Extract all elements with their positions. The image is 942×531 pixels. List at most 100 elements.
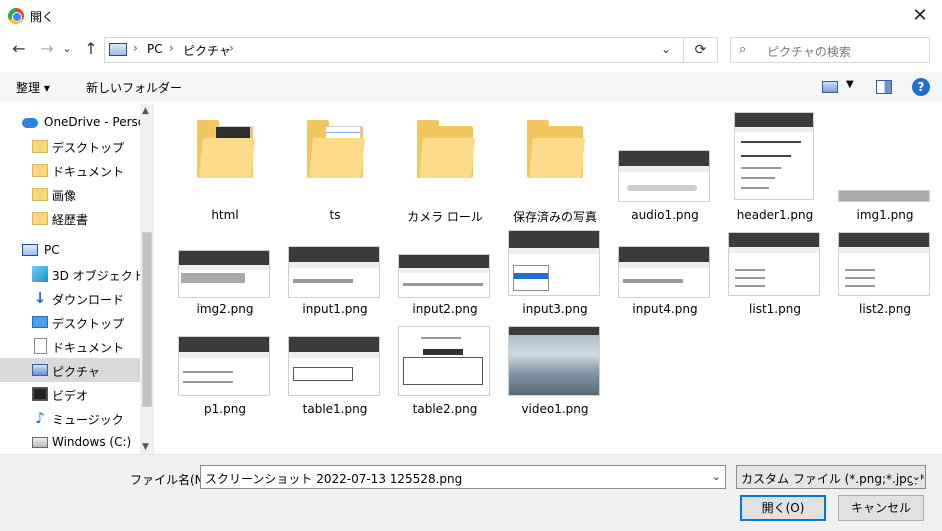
sidebar-item-label: ドキュメント (52, 341, 125, 355)
sidebar-item-documents[interactable]: ドキュメント (0, 334, 140, 358)
open-button[interactable]: 開く(O) (740, 495, 826, 521)
file-name: input4.png (632, 302, 698, 316)
file-name: table1.png (302, 402, 368, 416)
sidebar-scrollbar[interactable]: ▲ ▼ (140, 104, 154, 454)
sidebar-item-downloads[interactable]: ↓ ダウンロード (0, 286, 140, 310)
pc-icon (22, 244, 38, 256)
folder-item-saved-pictures[interactable]: 保存済みの写真 (500, 116, 610, 224)
image-thumbnail (508, 326, 600, 396)
breadcrumb-pc[interactable]: PC (147, 42, 163, 56)
sidebar-item-label: ピクチャ (52, 365, 100, 379)
scroll-up-icon[interactable]: ▲ (142, 106, 149, 116)
file-name: table2.png (412, 402, 478, 416)
image-item-video1[interactable]: video1.png (500, 322, 610, 422)
breadcrumb-pictures[interactable]: ピクチャ (183, 42, 231, 59)
image-item-table1[interactable]: table1.png (280, 322, 390, 422)
image-thumbnail (838, 190, 930, 202)
search-box[interactable]: ⌕ ピクチャの検索 (730, 37, 930, 63)
organize-button[interactable]: 整理 ▾ (16, 79, 50, 96)
image-item-input1[interactable]: input1.png (280, 216, 390, 316)
download-arrow-icon: ↓ (33, 289, 47, 307)
image-item-img1[interactable]: img1.png (830, 116, 940, 222)
folder-item-camera-roll[interactable]: カメラ ロール (390, 116, 500, 224)
sidebar-item-pictures[interactable]: ピクチャ (0, 358, 140, 382)
sidebar-item-resume[interactable]: 経歴書 (0, 206, 140, 230)
breadcrumb-separator-icon: › (169, 41, 174, 55)
sidebar-item-3d-objects[interactable]: 3D オブジェクト (0, 262, 145, 286)
sidebar-item-desktop[interactable]: デスクトップ (0, 310, 140, 334)
drive-icon (32, 437, 48, 448)
sidebar-item-label: 3D オブジェクト (52, 269, 145, 283)
address-bar[interactable]: › PC › ピクチャ › ⌄ ⟳ (104, 37, 718, 63)
file-name: input2.png (412, 302, 478, 316)
search-icon: ⌕ (739, 42, 747, 57)
image-item-input4[interactable]: input4.png (610, 216, 720, 316)
image-item-list2[interactable]: list2.png (830, 216, 940, 316)
sidebar-item-documents-onedrive[interactable]: ドキュメント (0, 158, 140, 182)
filetype-dropdown-icon: ⌄ (911, 470, 921, 483)
view-options-icon[interactable] (822, 81, 838, 93)
open-dialog: 開く ✕ ← → ⌄ ↑ › PC › ピクチャ › ⌄ ⟳ ⌕ ピクチャの検索… (0, 0, 942, 531)
image-thumbnail (178, 250, 270, 298)
file-name-panel: ファイル名(N): スクリーンショット 2022-07-13 125528.pn… (0, 454, 942, 531)
scroll-down-icon[interactable]: ▼ (142, 442, 149, 452)
filename-value: スクリーンショット 2022-07-13 125528.png (205, 472, 463, 486)
sidebar-item-label: ビデオ (52, 389, 89, 403)
folder-icon (32, 164, 48, 177)
sidebar-item-music[interactable]: ♪ ミュージック (0, 406, 140, 430)
refresh-icon[interactable]: ⟳ (683, 38, 717, 62)
sidebar-item-pc[interactable]: PC (0, 238, 140, 262)
breadcrumb-separator-icon: › (133, 41, 138, 55)
image-thumbnail (288, 246, 380, 298)
view-dropdown-icon[interactable]: ▼ (846, 79, 854, 90)
folder-item-html[interactable]: html (170, 116, 280, 222)
recent-locations-icon[interactable]: ⌄ (60, 38, 74, 60)
scrollbar-thumb[interactable] (142, 232, 152, 407)
sidebar-item-label: デスクトップ (52, 141, 125, 155)
image-thumbnail (288, 336, 380, 396)
sidebar-item-images[interactable]: 画像 (0, 182, 140, 206)
onedrive-cloud-icon (22, 118, 38, 128)
sidebar-item-desktop-onedrive[interactable]: デスクトップ (0, 134, 140, 158)
preview-pane-icon[interactable] (876, 80, 892, 94)
filename-dropdown-icon[interactable]: ⌄ (712, 470, 721, 483)
image-item-audio1[interactable]: audio1.png (610, 116, 720, 222)
sidebar-item-windows-c[interactable]: Windows (C:) (0, 430, 140, 454)
back-arrow-icon[interactable]: ← (8, 38, 30, 60)
sidebar-item-label: PC (44, 243, 60, 257)
sidebar-item-videos[interactable]: ビデオ (0, 382, 140, 406)
help-icon[interactable]: ? (912, 78, 930, 96)
file-name: input1.png (302, 302, 368, 316)
sidebar-item-label: ドキュメント (52, 165, 125, 179)
file-list-view: html ts カメラ ロール 保存済みの写真 audio1.png heade… (158, 104, 942, 454)
file-name: img2.png (196, 302, 254, 316)
image-thumbnail (728, 232, 820, 296)
image-item-img2[interactable]: img2.png (158, 216, 270, 316)
cancel-button[interactable]: キャンセル (838, 495, 924, 521)
document-icon (34, 338, 47, 354)
filetype-select[interactable]: カスタム ファイル (*.png;*.jpg;*.jpeg) ⌄ (736, 465, 926, 489)
new-folder-button[interactable]: 新しいフォルダー (86, 79, 182, 96)
up-arrow-icon[interactable]: ↑ (80, 38, 102, 60)
close-icon[interactable]: ✕ (908, 4, 932, 28)
filename-input[interactable]: スクリーンショット 2022-07-13 125528.png ⌄ (200, 465, 726, 489)
sidebar-item-onedrive[interactable]: OneDrive - Personal (0, 110, 154, 134)
folder-item-ts[interactable]: ts (280, 116, 390, 222)
image-thumbnail (618, 150, 710, 202)
breadcrumb-separator-icon: › (229, 41, 234, 55)
image-thumbnail (838, 232, 930, 296)
image-item-list1[interactable]: list1.png (720, 216, 830, 316)
image-item-header1[interactable]: header1.png (720, 112, 830, 222)
image-item-p1[interactable]: p1.png (170, 322, 280, 422)
forward-arrow-icon[interactable]: → (36, 38, 58, 60)
image-thumbnail (398, 326, 490, 396)
image-item-table2[interactable]: table2.png (390, 322, 500, 422)
image-item-input3[interactable]: input3.png (500, 216, 610, 316)
folder-icon (417, 120, 476, 178)
desktop-icon (32, 316, 48, 328)
file-name: input3.png (522, 302, 588, 316)
folder-icon (32, 212, 48, 225)
image-item-input2[interactable]: input2.png (390, 216, 500, 316)
address-dropdown-icon[interactable]: ⌄ (661, 42, 671, 56)
navigation-pane: OneDrive - Personal デスクトップ ドキュメント 画像 経歴書… (0, 104, 154, 454)
